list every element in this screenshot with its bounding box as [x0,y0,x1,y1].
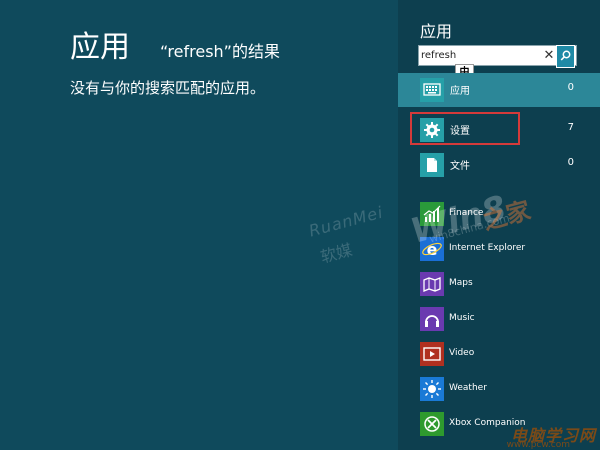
category-label: 文件 [450,161,470,172]
search-button[interactable] [556,45,575,68]
category-count: 0 [567,157,574,168]
category-files[interactable]: 文件 0 [398,148,600,182]
category-count: 7 [567,122,574,133]
document-icon [420,153,444,177]
maps-icon [420,272,444,296]
search-box[interactable]: ✕ [418,45,577,66]
page-title: 应用 [70,30,130,65]
video-icon [420,342,444,366]
app-label: Music [449,313,475,323]
keyboard-icon [420,78,444,102]
app-label: Internet Explorer [449,243,526,253]
music-icon [420,307,444,331]
close-icon[interactable]: ✕ [542,47,556,64]
app-label: Maps [449,278,473,288]
app-label: Weather [449,383,487,393]
category-apps[interactable]: 应用 0 [398,73,600,107]
search-pane-title: 应用 [420,22,453,41]
search-icon [560,50,571,61]
category-count: 0 [567,82,574,93]
app-label: Video [449,348,475,358]
app-music[interactable]: Music [398,305,600,335]
app-maps[interactable]: Maps [398,270,600,300]
corner-watermark-url: www.pcw.com [506,440,570,450]
search-query-heading: “refresh”的结果 [160,42,280,61]
search-input[interactable] [421,46,539,65]
category-label: 应用 [450,86,470,97]
xbox-icon [420,412,444,436]
no-results-message: 没有与你的搜索匹配的应用。 [70,79,266,97]
weather-icon [420,377,444,401]
app-video[interactable]: Video [398,340,600,370]
app-weather[interactable]: Weather [398,375,600,405]
settings-highlight [410,112,520,145]
